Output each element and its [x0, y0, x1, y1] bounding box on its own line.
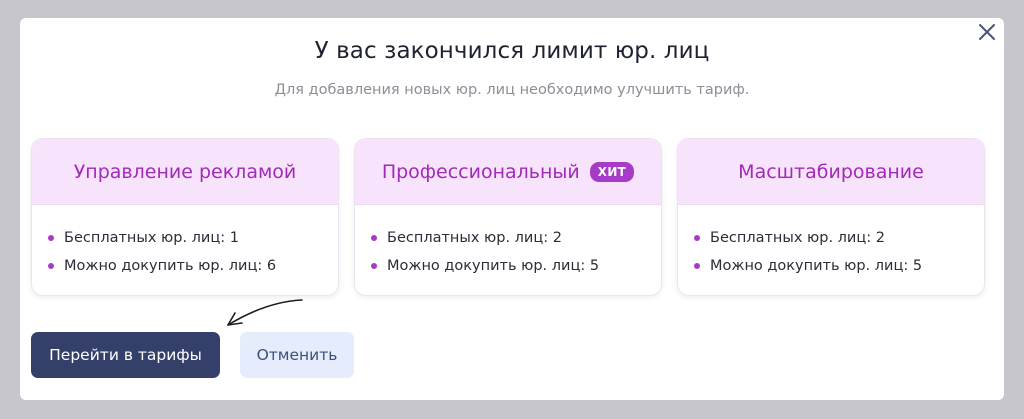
bullet-icon	[48, 263, 54, 269]
plan-card-header: Масштабирование	[678, 139, 984, 205]
plan-features: Бесплатных юр. лиц: 2 Можно докупить юр.…	[355, 205, 661, 284]
bullet-icon	[371, 235, 377, 241]
feature-text: Можно докупить юр. лиц: 5	[710, 258, 923, 274]
plan-card-professional: Профессиональный ХИТ Бесплатных юр. лиц:…	[354, 138, 662, 296]
feature-item: Можно докупить юр. лиц: 5	[371, 256, 661, 284]
plan-card-header: Профессиональный ХИТ	[355, 139, 661, 205]
plan-card-header: Управление рекламой	[32, 139, 338, 205]
feature-item: Бесплатных юр. лиц: 2	[694, 228, 984, 256]
plan-name: Масштабирование	[738, 160, 924, 183]
feature-item: Бесплатных юр. лиц: 1	[48, 228, 338, 256]
hit-badge: ХИТ	[589, 161, 635, 182]
cancel-button[interactable]: Отменить	[240, 332, 354, 378]
plan-card-scaling: Масштабирование Бесплатных юр. лиц: 2 Мо…	[677, 138, 985, 296]
feature-text: Бесплатных юр. лиц: 2	[710, 230, 885, 246]
limit-dialog: У вас закончился лимит юр. лиц Для добав…	[20, 18, 1004, 400]
screen-frame: У вас закончился лимит юр. лиц Для добав…	[0, 0, 1024, 419]
plan-features: Бесплатных юр. лиц: 1 Можно докупить юр.…	[32, 205, 338, 284]
feature-item: Бесплатных юр. лиц: 2	[371, 228, 661, 256]
feature-text: Можно докупить юр. лиц: 6	[64, 258, 277, 274]
dialog-title: У вас закончился лимит юр. лиц	[314, 38, 710, 64]
bullet-icon	[371, 263, 377, 269]
dialog-subtitle: Для добавления новых юр. лиц необходимо …	[274, 82, 750, 98]
plan-name: Управление рекламой	[73, 160, 297, 183]
plan-name: Профессиональный	[381, 160, 580, 183]
plan-card-ad-management: Управление рекламой Бесплатных юр. лиц: …	[31, 138, 339, 296]
bullet-icon	[694, 263, 700, 269]
feature-text: Бесплатных юр. лиц: 2	[387, 230, 562, 246]
feature-item: Можно докупить юр. лиц: 6	[48, 256, 338, 284]
arrow-pointer-icon	[227, 299, 303, 326]
feature-text: Можно докупить юр. лиц: 5	[387, 258, 600, 274]
go-to-tariffs-button[interactable]: Перейти в тарифы	[31, 332, 220, 378]
feature-item: Можно докупить юр. лиц: 5	[694, 256, 984, 284]
feature-text: Бесплатных юр. лиц: 1	[64, 230, 239, 246]
bullet-icon	[48, 235, 54, 241]
bullet-icon	[694, 235, 700, 241]
plan-features: Бесплатных юр. лиц: 2 Можно докупить юр.…	[678, 205, 984, 284]
